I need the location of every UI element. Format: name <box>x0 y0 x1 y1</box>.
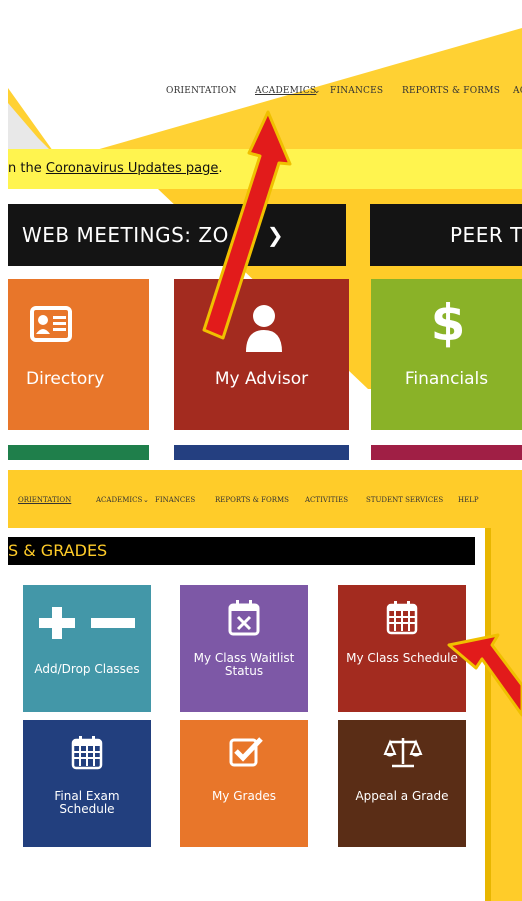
annotation-arrow <box>202 110 292 340</box>
top-screenshot-panel: ORIENTATION ACADEMICS ⌄ FINANCES REPORTS… <box>8 8 522 460</box>
bottom-screenshot-panel: ORIENTATION ACADEMICS ⌄ FINANCES REPORTS… <box>8 470 522 901</box>
annotation-arrow <box>447 633 522 717</box>
